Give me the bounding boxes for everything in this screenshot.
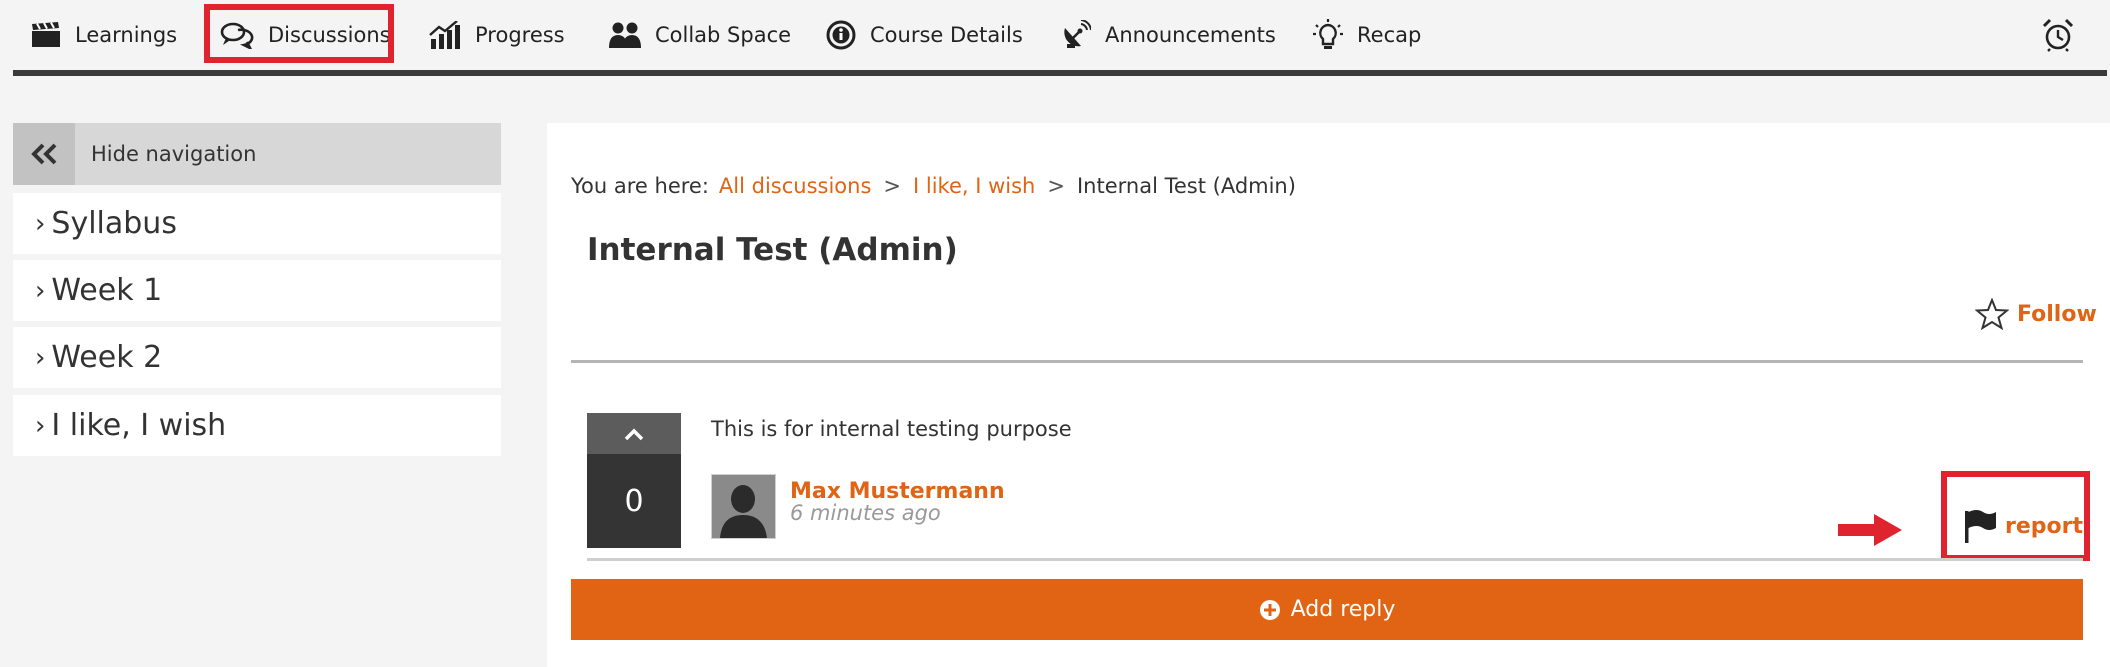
alarm-clock-icon[interactable]: [2042, 18, 2074, 56]
nav-course-details[interactable]: Course Details: [826, 16, 1023, 54]
lightbulb-icon: [1313, 19, 1343, 49]
chevron-up-icon: [624, 428, 644, 440]
breadcrumb-current: Internal Test (Admin): [1076, 174, 1296, 198]
add-reply-button[interactable]: Add reply: [571, 579, 2083, 640]
sidebar-item-label: Week 1: [51, 273, 163, 308]
follow-button[interactable]: Follow: [1975, 298, 2097, 330]
thread-title: Internal Test (Admin): [587, 232, 958, 268]
nav-divider: [13, 70, 2107, 76]
chevron-right-icon: ›: [35, 208, 46, 239]
nav-collab-space[interactable]: Collab Space: [609, 16, 791, 54]
users-icon: [609, 22, 641, 48]
upvote-button[interactable]: [587, 413, 681, 454]
sidebar-item-i-like-i-wish[interactable]: › I like, I wish: [13, 395, 501, 456]
breadcrumb-separator: >: [883, 174, 902, 198]
sidebar-item-label: Week 2: [51, 340, 163, 375]
breadcrumb-link-all-discussions[interactable]: All discussions: [719, 174, 872, 198]
report-label: report: [2005, 513, 2083, 539]
flag-icon: [1965, 510, 1996, 543]
sidebar-item-week-2[interactable]: › Week 2: [13, 327, 501, 388]
red-arrow-annotation: [1838, 514, 1902, 550]
hide-navigation-button[interactable]: Hide navigation: [13, 123, 501, 185]
breadcrumb-prefix: You are here:: [571, 174, 709, 198]
clapperboard-icon: [32, 22, 60, 47]
nav-label: Announcements: [1105, 23, 1276, 47]
avatar[interactable]: [711, 474, 776, 539]
title-divider: [571, 360, 2083, 363]
bar-chart-icon: [429, 21, 460, 49]
sidebar-item-label: Syllabus: [51, 206, 177, 241]
breadcrumb: You are here: All discussions > I like, …: [571, 174, 1296, 198]
hide-navigation-label: Hide navigation: [91, 142, 257, 166]
star-icon: [1975, 298, 2009, 330]
satellite-dish-icon: [1064, 20, 1091, 48]
nav-label: Course Details: [870, 23, 1023, 47]
info-icon: [826, 20, 856, 50]
post-text: This is for internal testing purpose: [711, 417, 1072, 441]
sidebar-item-syllabus[interactable]: › Syllabus: [13, 193, 501, 254]
nav-label: Collab Space: [655, 23, 792, 47]
breadcrumb-separator: >: [1047, 174, 1065, 198]
chevron-right-icon: ›: [35, 275, 46, 306]
nav-label: Recap: [1357, 23, 1422, 47]
nav-label: Progress: [475, 23, 565, 47]
nav-progress[interactable]: Progress: [429, 16, 565, 54]
follow-label: Follow: [2017, 301, 2097, 327]
nav-announcements[interactable]: Announcements: [1061, 16, 1276, 54]
discussions-highlight-annotation: [204, 4, 394, 63]
add-reply-label: Add reply: [1290, 597, 1396, 622]
plus-circle-icon: [1259, 599, 1280, 620]
post-divider: [587, 558, 2083, 561]
post-timestamp: 6 minutes ago: [790, 501, 941, 525]
breadcrumb-link-i-like-i-wish[interactable]: I like, I wish: [913, 174, 1035, 198]
nav-recap[interactable]: Recap: [1313, 16, 1421, 54]
nav-label: Learnings: [75, 23, 178, 47]
nav-learnings[interactable]: Learnings: [31, 16, 177, 54]
report-button[interactable]: report: [1963, 508, 2083, 544]
sidebar-item-label: I like, I wish: [51, 408, 227, 443]
chevron-right-icon: ›: [35, 410, 46, 441]
sidebar-item-week-1[interactable]: › Week 1: [13, 260, 501, 321]
double-chevron-left-icon: [13, 123, 75, 185]
chevron-right-icon: ›: [35, 342, 46, 373]
vote-count: 0: [587, 454, 681, 548]
